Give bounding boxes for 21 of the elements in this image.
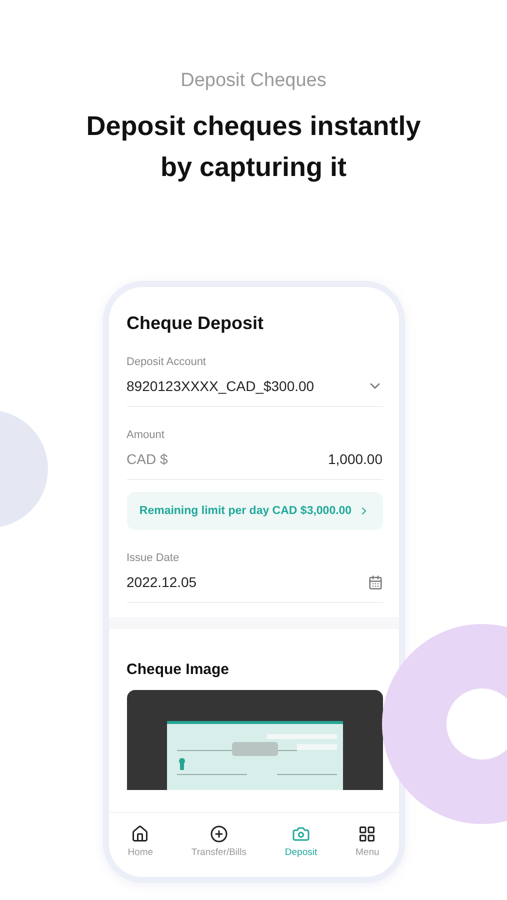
- date-field[interactable]: 2022.12.05: [126, 574, 197, 590]
- field-label: Amount: [126, 429, 166, 441]
- screen-title: Cheque Deposit: [126, 313, 265, 334]
- currency-label: CAD $: [126, 451, 168, 467]
- account-select[interactable]: 8920123XXXX_CAD_$300.00: [126, 378, 314, 394]
- home-icon: [131, 824, 150, 842]
- category-title: Deposit Cheques: [180, 70, 326, 92]
- amount-field[interactable]: 1,000.00: [328, 451, 382, 467]
- plus-circle-icon: [210, 824, 228, 842]
- nav-tab[interactable]: Home: [122, 824, 160, 858]
- grid-icon: [358, 824, 376, 842]
- limit-notice[interactable]: Remaining limit per day CAD $3,000.00: [126, 492, 382, 530]
- nav-tab[interactable]: Transfer/Bills: [185, 824, 252, 858]
- headline: Deposit cheques instantly by capturing it: [85, 110, 422, 184]
- calendar-icon[interactable]: [368, 574, 382, 590]
- nav-tab[interactable]: Menu: [350, 824, 386, 858]
- field-label: Issue Date: [126, 552, 180, 564]
- nav-tab[interactable]: Deposit: [278, 824, 324, 858]
- field-label: Deposit Account: [126, 356, 207, 368]
- section-title: Cheque Image: [126, 661, 230, 678]
- camera-icon: [292, 824, 310, 842]
